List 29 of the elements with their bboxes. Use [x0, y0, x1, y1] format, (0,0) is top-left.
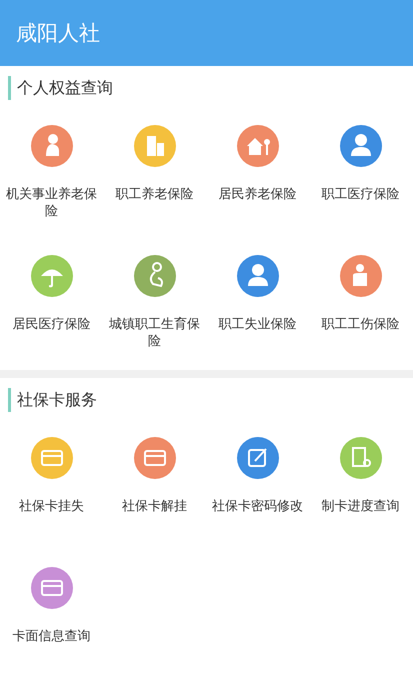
- service-label: 社保卡解挂: [121, 498, 188, 515]
- service-item[interactable]: 职工养老保险: [103, 110, 206, 240]
- service-item[interactable]: 社保卡密码修改: [206, 422, 309, 552]
- service-item[interactable]: 职工医疗保险: [309, 110, 412, 240]
- service-item[interactable]: 职工失业保险: [206, 240, 309, 370]
- service-item[interactable]: 机关事业养老保险: [0, 110, 103, 240]
- section-title: 社保卡服务: [8, 388, 413, 412]
- service-label: 机关事业养老保险: [5, 186, 98, 220]
- service-item[interactable]: 城镇职工生育保险: [103, 240, 206, 370]
- service-label: 居民养老保险: [218, 186, 298, 203]
- app-title: 咸阳人社: [16, 20, 100, 47]
- service-item[interactable]: 社保卡解挂: [103, 422, 206, 552]
- service-item[interactable]: 居民养老保险: [206, 110, 309, 240]
- service-item[interactable]: 社保卡挂失: [0, 422, 103, 552]
- service-label: 居民医疗保险: [12, 316, 92, 333]
- service-item[interactable]: 卡面信息查询: [0, 552, 103, 681]
- service-label: 职工医疗保险: [320, 186, 400, 203]
- service-label: 职工工伤保险: [320, 316, 400, 333]
- service-item[interactable]: 制卡进度查询: [309, 422, 412, 552]
- service-label: 城镇职工生育保险: [108, 316, 201, 350]
- service-item[interactable]: 职工工伤保险: [309, 240, 412, 370]
- service-label: 职工养老保险: [114, 186, 194, 203]
- section-title: 个人权益查询: [8, 76, 413, 100]
- service-label: 社保卡挂失: [18, 498, 85, 515]
- service-label: 制卡进度查询: [320, 498, 400, 515]
- service-label: 社保卡密码修改: [211, 498, 304, 515]
- service-item[interactable]: 居民医疗保险: [0, 240, 103, 370]
- service-label: 职工失业保险: [218, 316, 298, 333]
- service-label: 卡面信息查询: [12, 628, 92, 645]
